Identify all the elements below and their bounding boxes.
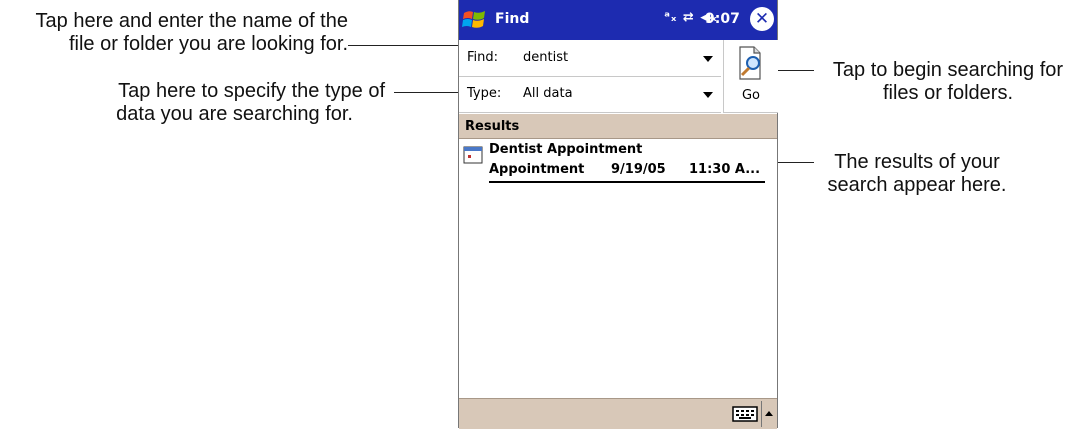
callout-type-line2: data you are searching for.	[116, 103, 353, 125]
chevron-down-icon[interactable]	[703, 56, 713, 62]
result-category: Appointment	[489, 162, 585, 177]
result-item[interactable]: Dentist Appointment Appointment 9/19/05 …	[461, 140, 765, 183]
callout-find: Tap here and enter the name of the file …	[0, 10, 348, 56]
keyboard-icon[interactable]	[731, 405, 759, 423]
results-header: Results	[459, 114, 777, 139]
go-label: Go	[741, 88, 761, 103]
find-label: Find:	[467, 50, 499, 65]
input-panel-arrow[interactable]	[761, 401, 776, 427]
title-bar: Find ᵃₓ ⇄ ◀ₓ 9:07 ✕	[459, 0, 777, 40]
callout-go: Tap to begin searching for files or fold…	[815, 59, 1081, 105]
clock[interactable]: 9:07	[705, 11, 740, 27]
callout-results: The results of your search appear here.	[802, 151, 1032, 197]
type-label: Type:	[467, 86, 502, 101]
type-row[interactable]: Type: All data	[459, 76, 721, 113]
callout-results-line2: search appear here.	[827, 174, 1007, 196]
close-button[interactable]: ✕	[750, 7, 774, 31]
result-date: 9/19/05	[611, 162, 666, 177]
find-row[interactable]: Find: dentist	[459, 40, 721, 77]
callout-go-line2: files or folders.	[882, 82, 1014, 104]
windows-flag-icon[interactable]	[461, 6, 489, 34]
callout-results-line1: The results of your	[834, 151, 1000, 173]
result-underline	[489, 181, 765, 183]
callout-find-line1: Tap here and enter the name of the	[35, 10, 348, 32]
chevron-down-icon[interactable]	[703, 92, 713, 98]
type-select[interactable]: All data	[523, 86, 573, 101]
results-title: Results	[465, 119, 520, 134]
find-input[interactable]: dentist	[523, 50, 568, 65]
device-screen: Find ᵃₓ ⇄ ◀ₓ 9:07 ✕ Find: dentist Type: …	[458, 0, 778, 429]
menu-bar	[459, 398, 777, 429]
callout-go-line1: Tap to begin searching for	[832, 59, 1064, 81]
app-title: Find	[495, 11, 530, 27]
result-time: 11:30 A...	[689, 162, 761, 177]
callout-go-leader	[778, 70, 814, 71]
callout-find-leader	[348, 45, 458, 46]
callout-type-leader	[394, 92, 458, 93]
calendar-icon	[463, 146, 483, 164]
callout-type: Tap here to specify the type of data you…	[0, 80, 385, 126]
go-button[interactable]: Go	[723, 40, 778, 113]
callout-find-line2: file or folder you are looking for.	[68, 33, 348, 55]
result-title: Dentist Appointment	[489, 142, 643, 157]
magnifier-document-icon	[739, 46, 761, 80]
callout-type-line1: Tap here to specify the type of	[118, 80, 385, 102]
